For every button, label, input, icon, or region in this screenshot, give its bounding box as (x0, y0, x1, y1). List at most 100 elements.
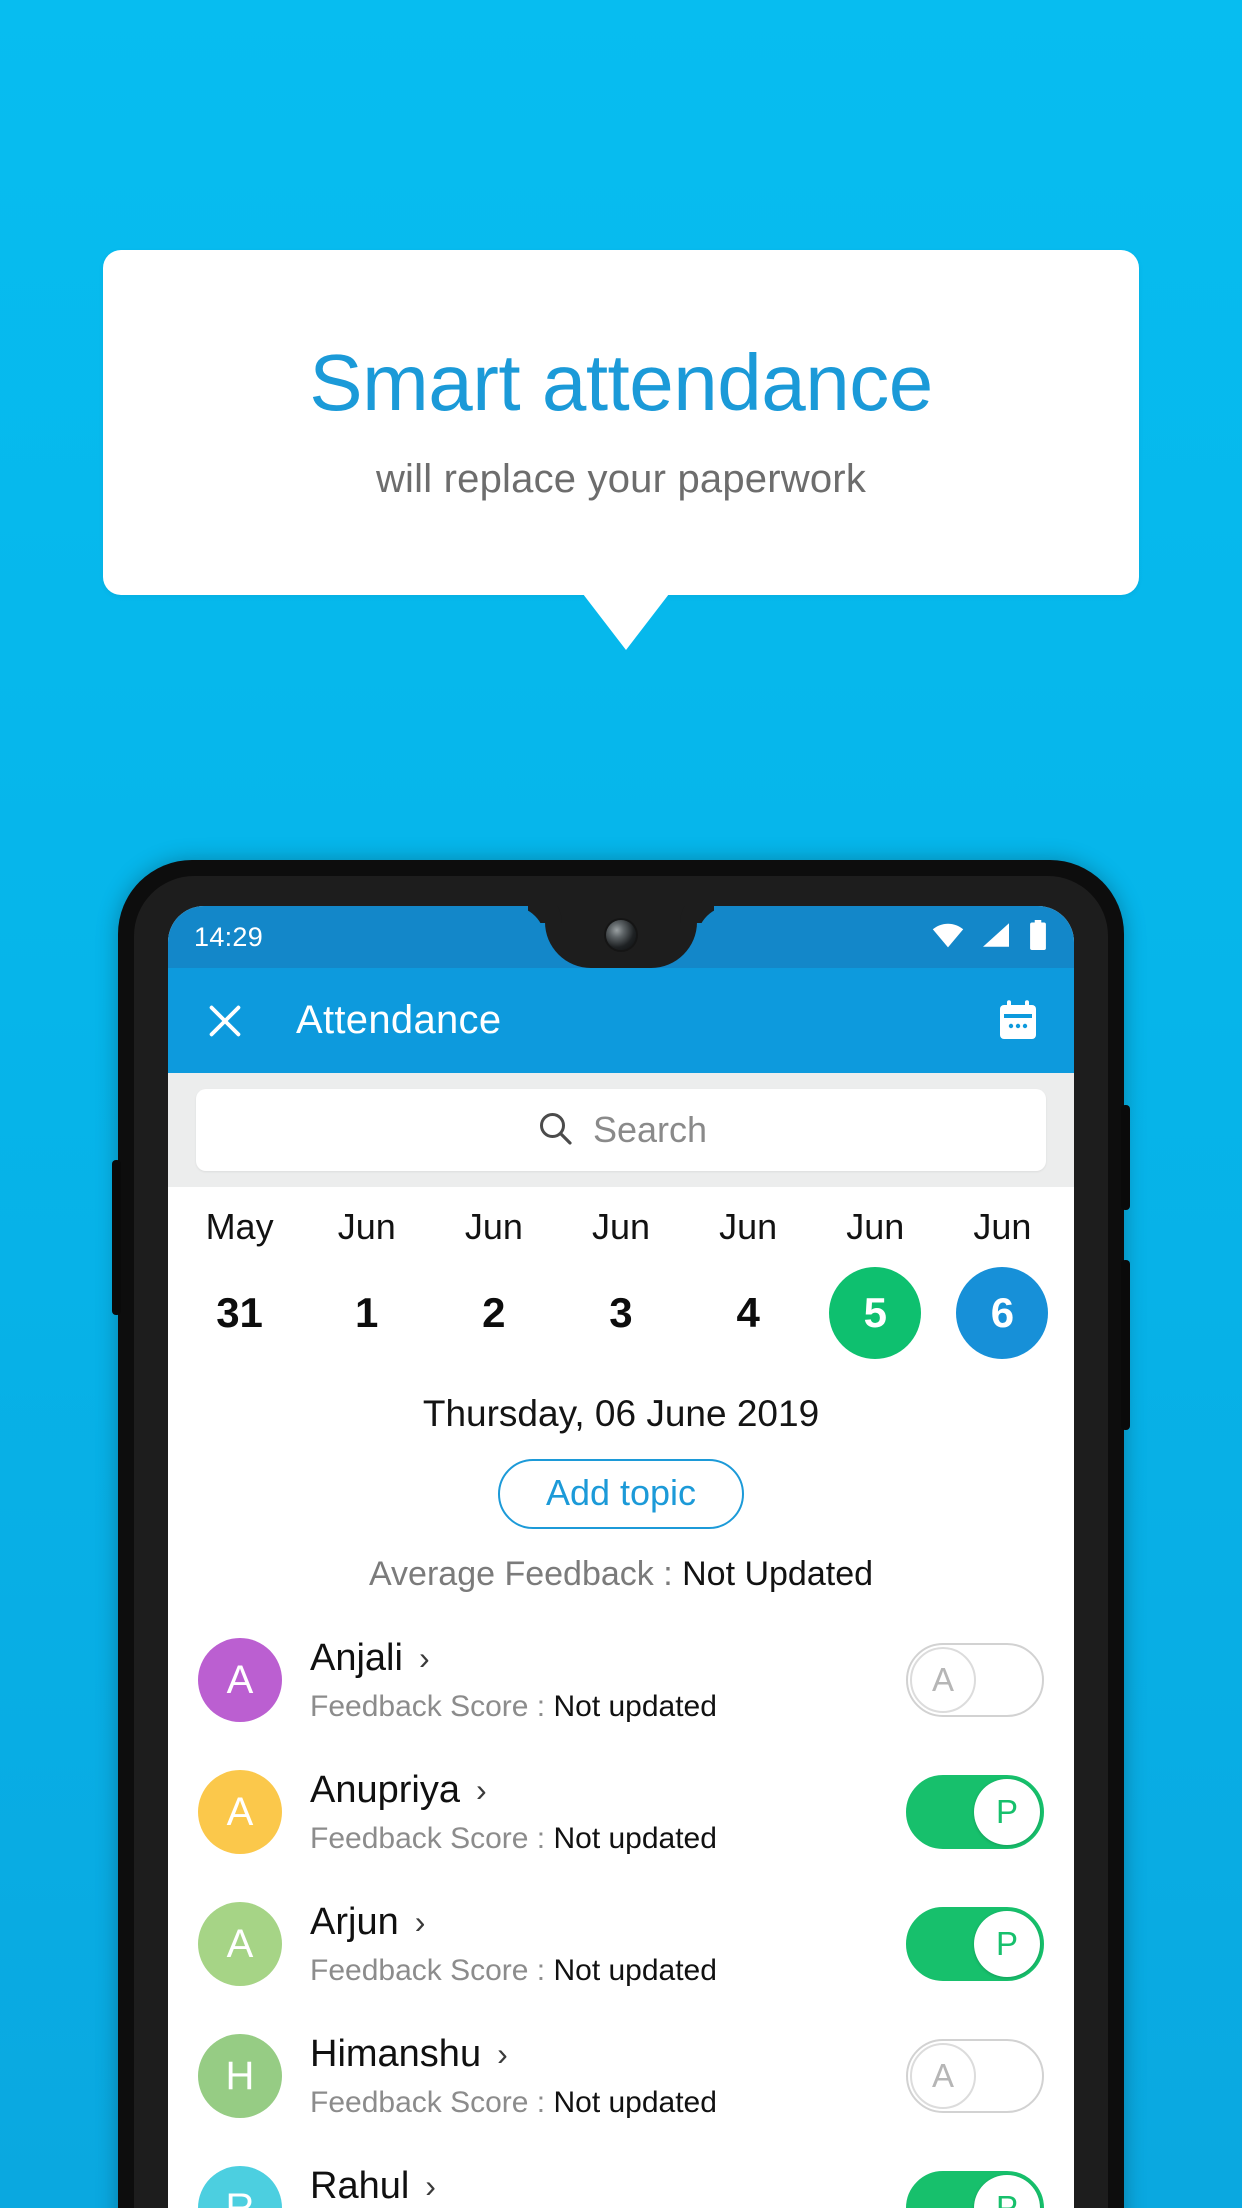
feedback-score: Feedback Score : Not updated (310, 2086, 906, 2120)
date-month-label: Jun (973, 1206, 1032, 1247)
date-cell-5[interactable]: Jun 5 (812, 1209, 939, 1359)
feedback-score: Feedback Score : Not updated (310, 1822, 906, 1856)
feedback-score-label: Feedback Score : (310, 2085, 554, 2119)
search-icon (535, 1108, 575, 1153)
date-day-number: 31 (216, 1289, 263, 1336)
attendance-toggle[interactable]: P (906, 2171, 1044, 2208)
student-row[interactable]: RRahul›Feedback Score : Not updatedP (168, 2142, 1074, 2208)
date-cell-31[interactable]: May 31 (176, 1209, 303, 1359)
student-name-row: Rahul › (310, 2165, 906, 2208)
signal-icon (981, 922, 1011, 953)
search-bar-container: Search (168, 1073, 1074, 1187)
date-day-number: 1 (355, 1289, 379, 1336)
feedback-score-label: Feedback Score : (310, 1689, 554, 1723)
student-row[interactable]: A Anupriya › Feedback Score : Not updated P (168, 1746, 1074, 1878)
phone-mockup: 14:29 Attendance Search May 31 Jun 1 Jun… (112, 860, 1130, 2208)
attendance-toggle-knob: P (974, 1911, 1040, 1977)
student-name-row: Arjun › (310, 1901, 906, 1944)
chevron-right-icon[interactable]: › (425, 2170, 436, 2202)
student-name: Anjali (310, 1636, 403, 1679)
date-day-number: 3 (609, 1289, 633, 1336)
date-day-number: 2 (482, 1289, 506, 1336)
feedback-score: Feedback Score : Not updated (310, 1690, 906, 1724)
date-month-label: Jun (846, 1206, 905, 1247)
date-day-number: 6 (956, 1267, 1049, 1359)
chevron-right-icon[interactable]: › (419, 1642, 430, 1674)
promo-title: Smart attendance (309, 338, 933, 427)
student-name-row: Himanshu › (310, 2033, 906, 2076)
feedback-score-label: Feedback Score : (310, 1821, 554, 1855)
student-name: Rahul (310, 2164, 410, 2207)
promo-subtitle: will replace your paperwork (375, 457, 867, 501)
date-month-label: Jun (464, 1206, 523, 1247)
student-name: Himanshu (310, 2032, 482, 2075)
student-list: A Anjali › Feedback Score : Not updated A A An… (168, 1614, 1074, 2208)
battery-icon (1028, 919, 1048, 955)
add-topic-container: Add topic (168, 1459, 1074, 1529)
student-info: Himanshu › Feedback Score : Not updated (310, 2033, 906, 2120)
average-feedback-label: Average Feedback : (368, 1555, 683, 1593)
student-info: Anupriya › Feedback Score : Not updated (310, 1769, 906, 1856)
chevron-right-icon[interactable]: › (476, 1774, 487, 1806)
phone-assistant-button (112, 1160, 121, 1315)
attendance-toggle-knob: P (974, 1779, 1040, 1845)
date-cell-2[interactable]: Jun 2 (430, 1209, 557, 1359)
date-strip: May 31 Jun 1 Jun 2 Jun 3 Jun 4 Jun 5 Jun 6 (168, 1187, 1074, 1365)
feedback-score-value: Not updated (553, 1821, 717, 1855)
page-title: Attendance (296, 998, 502, 1042)
student-name: Anupriya (310, 1768, 460, 1811)
student-row[interactable]: A Arjun › Feedback Score : Not updated P (168, 1878, 1074, 2010)
average-feedback: Average Feedback : Not Updated (168, 1555, 1074, 1594)
avatar: A (198, 1638, 282, 1722)
phone-screen: 14:29 Attendance Search May 31 Jun 1 Jun… (168, 906, 1074, 2208)
feedback-score-value: Not updated (553, 2085, 717, 2119)
student-name: Arjun (310, 1900, 399, 1943)
date-day-number: 5 (829, 1267, 922, 1359)
wifi-icon (932, 922, 964, 953)
search-input[interactable]: Search (196, 1089, 1046, 1171)
feedback-score-value: Not updated (553, 1689, 717, 1723)
attendance-toggle-knob: A (910, 2043, 976, 2109)
front-camera-icon (606, 920, 636, 950)
attendance-toggle[interactable]: P (906, 1907, 1044, 1981)
avatar: H (198, 2034, 282, 2118)
date-cell-4[interactable]: Jun 4 (685, 1209, 812, 1359)
student-info: Rahul›Feedback Score : Not updated (310, 2165, 906, 2208)
attendance-toggle[interactable]: A (906, 2039, 1044, 2113)
app-bar: Attendance (168, 968, 1074, 1073)
student-info: Anjali › Feedback Score : Not updated (310, 1637, 906, 1724)
avatar: A (198, 1902, 282, 1986)
student-row[interactable]: A Anjali › Feedback Score : Not updated A (168, 1614, 1074, 1746)
chevron-right-icon[interactable]: › (415, 1906, 426, 1938)
attendance-toggle[interactable]: A (906, 1643, 1044, 1717)
student-name-row: Anupriya › (310, 1769, 906, 1812)
date-cell-1[interactable]: Jun 1 (303, 1209, 430, 1359)
status-icons (932, 919, 1048, 955)
date-month-label: May (205, 1206, 274, 1247)
attendance-toggle[interactable]: P (906, 1775, 1044, 1849)
avatar: A (198, 1770, 282, 1854)
selected-date-label: Thursday, 06 June 2019 (422, 1393, 820, 1434)
student-name-row: Anjali › (310, 1637, 906, 1680)
feedback-score: Feedback Score : Not updated (310, 1954, 906, 1988)
attendance-toggle-knob: A (910, 1647, 976, 1713)
student-row[interactable]: H Himanshu › Feedback Score : Not updated A (168, 2010, 1074, 2142)
student-info: Arjun › Feedback Score : Not updated (310, 1901, 906, 1988)
date-cell-3[interactable]: Jun 3 (557, 1209, 684, 1359)
status-time: 14:29 (194, 921, 264, 952)
chevron-right-icon[interactable]: › (497, 2038, 508, 2070)
date-month-label: Jun (719, 1206, 778, 1247)
promo-callout-card: Smart attendance will replace your paper… (103, 250, 1139, 595)
date-day-number: 4 (736, 1289, 760, 1336)
phone-power-button (1121, 1105, 1130, 1210)
phone-volume-button (1121, 1260, 1130, 1430)
calendar-icon[interactable] (992, 995, 1044, 1047)
average-feedback-value: Not Updated (682, 1555, 874, 1593)
add-topic-button[interactable]: Add topic (497, 1459, 745, 1529)
attendance-toggle-knob: P (974, 2175, 1040, 2208)
search-placeholder: Search (592, 1109, 708, 1150)
close-icon[interactable] (198, 994, 252, 1048)
date-month-label: Jun (591, 1206, 651, 1247)
date-cell-6[interactable]: Jun 6 (939, 1209, 1066, 1359)
feedback-score-label: Feedback Score : (310, 1953, 554, 1987)
